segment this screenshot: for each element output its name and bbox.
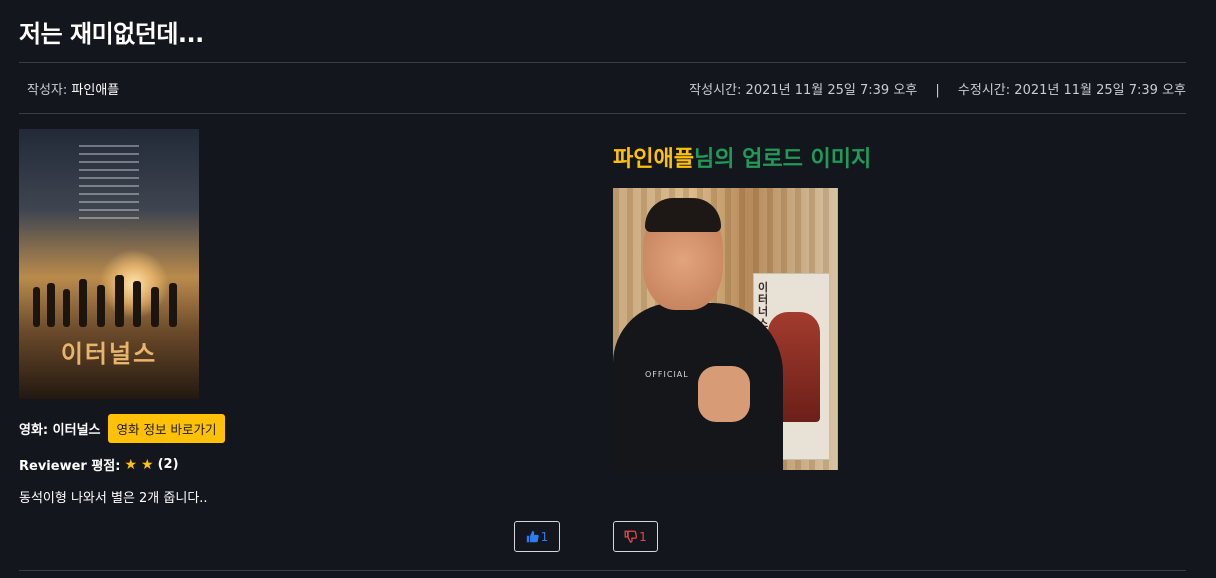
author-label: 작성자: xyxy=(27,83,68,98)
photo-shirt-text: OFFICIAL xyxy=(645,370,689,379)
created-label: 작성시간: xyxy=(689,83,742,98)
thumbs-up-icon xyxy=(526,530,539,543)
photo-person-fist xyxy=(698,366,750,422)
rating-value: (2) xyxy=(157,457,179,472)
top-divider xyxy=(19,62,1186,63)
like-button[interactable]: 1 xyxy=(514,521,560,552)
bottom-divider xyxy=(19,570,1186,571)
upload-heading-suffix: 님의 업로드 이미지 xyxy=(693,147,872,172)
uploader-name: 파인애플 xyxy=(613,147,694,172)
meta-separator: | xyxy=(935,83,940,98)
dislike-count: 1 xyxy=(639,529,647,544)
post-title: 저는 재미없던데... xyxy=(19,20,204,48)
movie-line: 영화: 이터널스 영화 정보 바로가기 xyxy=(19,414,226,443)
movie-label: 영화: 이터널스 xyxy=(19,423,101,438)
modified-time: 2021년 11월 25일 7:39 오후 xyxy=(1014,83,1186,98)
star-icon: ★ xyxy=(141,456,154,473)
poster-title: 이터널스 xyxy=(60,340,158,368)
like-count: 1 xyxy=(540,529,549,544)
modified-label: 수정시간: xyxy=(957,83,1011,98)
uploaded-image: 이터너스 OFFICIAL xyxy=(613,188,838,470)
rating-label: Reviewer 평점: xyxy=(19,459,121,474)
upload-heading: 파인애플님의 업로드 이미지 xyxy=(613,141,871,173)
poster-figures xyxy=(33,275,177,327)
photo-person-hair xyxy=(645,198,721,232)
meta-divider xyxy=(19,113,1186,114)
star-icon: ★ xyxy=(124,456,138,473)
timestamp-info: 작성시간: 2021년 11월 25일 7:39 오후 | 수정시간: 2021… xyxy=(689,79,1186,98)
review-body: 동석이형 나와서 별은 2개 줍니다.. xyxy=(19,491,208,506)
poster-credits xyxy=(79,139,139,225)
created-time: 2021년 11월 25일 7:39 오후 xyxy=(745,83,918,98)
author-name: 파인애플 xyxy=(71,83,120,98)
author-info: 작성자: 파인애플 xyxy=(27,79,119,98)
dislike-button[interactable]: 1 xyxy=(613,521,658,552)
thumbs-down-icon xyxy=(624,530,638,543)
reviewer-rating: Reviewer 평점: ★ ★ (2) xyxy=(19,455,179,475)
movie-poster: 이터널스 xyxy=(19,129,199,399)
movie-info-button[interactable]: 영화 정보 바로가기 xyxy=(107,414,226,443)
